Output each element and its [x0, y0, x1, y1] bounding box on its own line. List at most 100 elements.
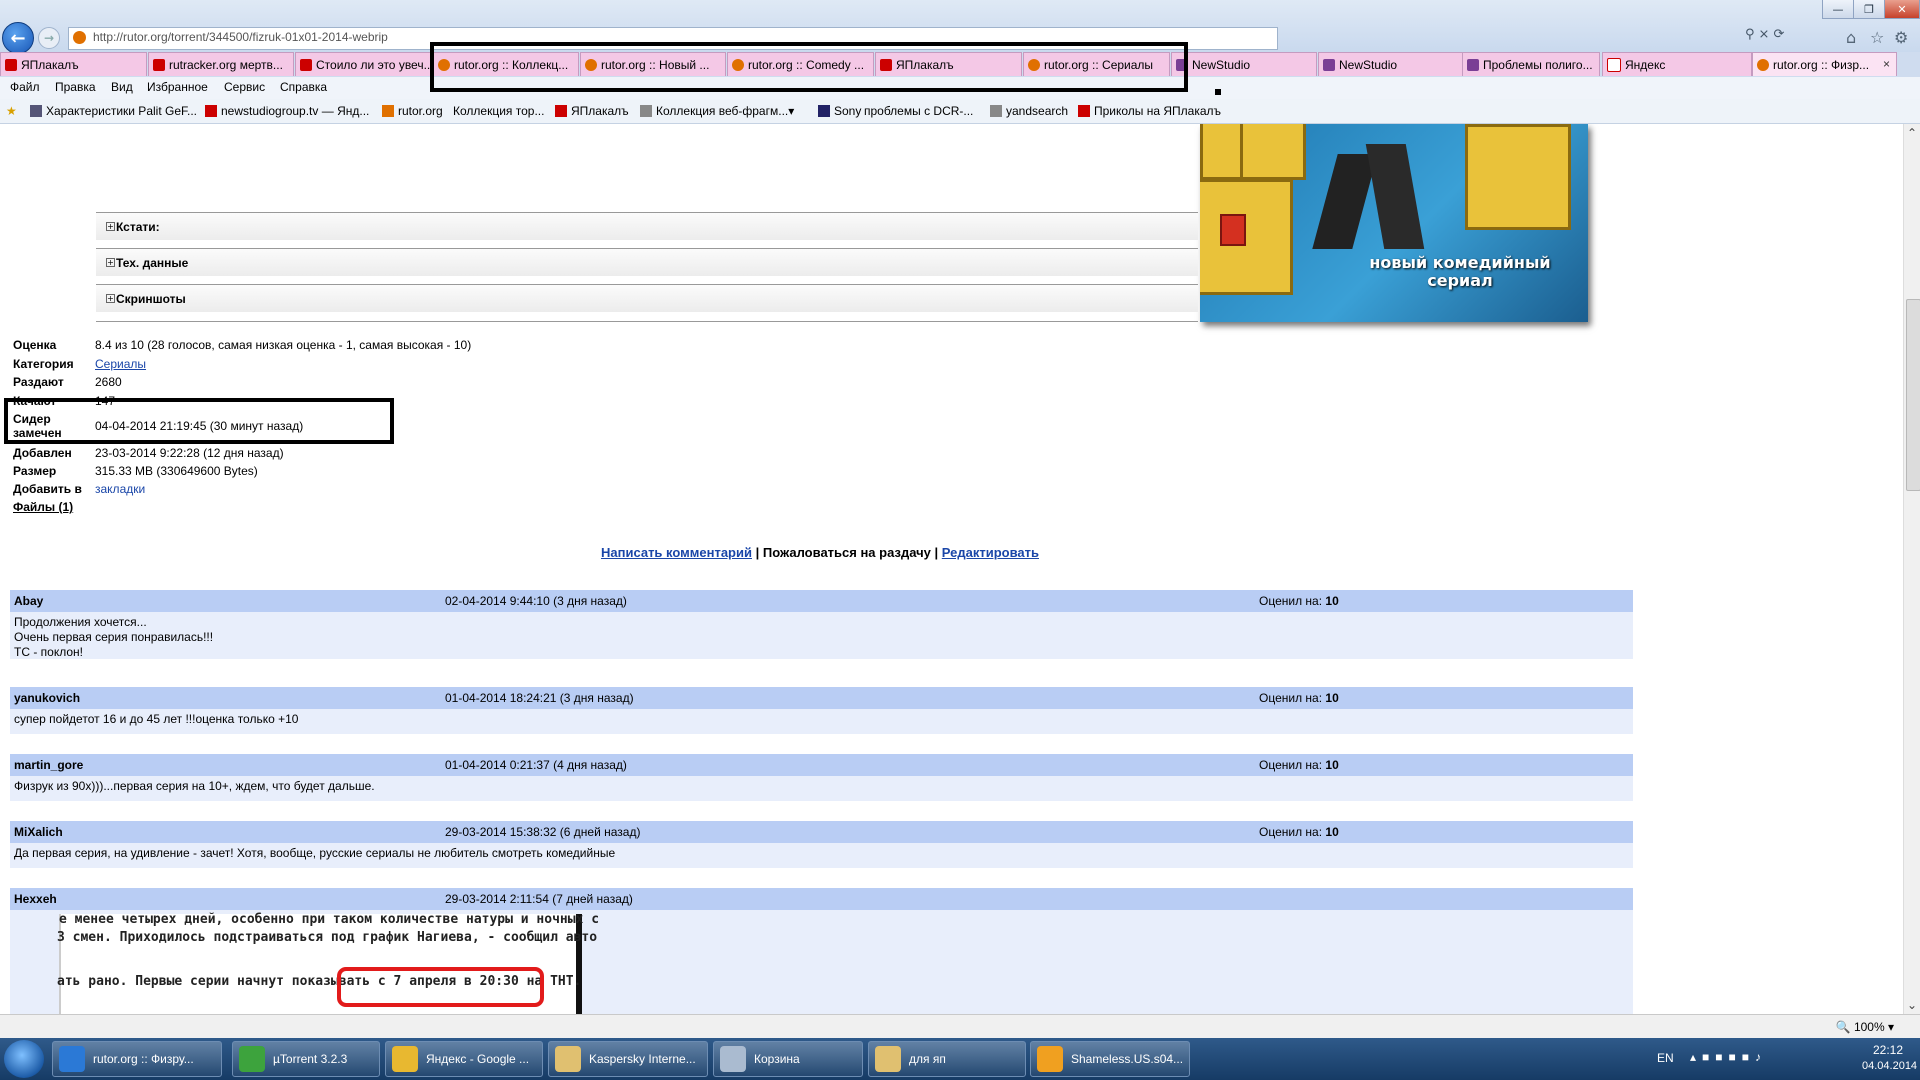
gear-icon[interactable]: ⚙ [1894, 28, 1908, 47]
app-icon [239, 1046, 265, 1072]
comment-user[interactable]: Нexxeh [14, 892, 57, 906]
taskbar-label: rutor.org :: Физру... [93, 1052, 194, 1066]
zoom-icon: 🔍 [1835, 1020, 1851, 1034]
bookmarks-link[interactable]: закладки [95, 482, 145, 496]
favorite-link[interactable]: yandsearch [990, 104, 1068, 118]
taskbar-item[interactable]: для яп [868, 1041, 1026, 1077]
favorite-link[interactable]: newstudiogroup.tv — Янд... [205, 104, 369, 118]
spoiler-screenshots[interactable]: + Скриншоты [96, 284, 1198, 312]
favorite-link[interactable]: Коллекция тор... [453, 104, 544, 118]
favorite-icon [818, 105, 830, 117]
edit-link[interactable]: Редактировать [942, 545, 1039, 560]
info-key-size: Размер [13, 464, 57, 478]
info-key-category: Категория [13, 357, 74, 371]
spoiler-tech-data[interactable]: + Тех. данные [96, 248, 1198, 276]
complain-link[interactable]: Пожаловаться на раздачу [763, 545, 931, 560]
clock-date: 04.04.2014 [1862, 1060, 1918, 1072]
comment-user[interactable]: martin_gore [14, 758, 83, 772]
forward-button[interactable]: → [38, 27, 60, 49]
taskbar-item[interactable]: Корзина [713, 1041, 863, 1077]
menu-help[interactable]: Справка [280, 80, 327, 94]
taskbar-item[interactable]: µTorrent 3.2.3 [232, 1041, 380, 1077]
taskbar-item[interactable]: Shameless.US.s04... [1030, 1041, 1190, 1077]
vertical-scrollbar[interactable]: ⌃ ⌄ [1903, 124, 1920, 1014]
favorites-star-icon[interactable]: ☆ [1870, 28, 1884, 47]
action-links: Написать комментарий | Пожаловаться на р… [0, 545, 1640, 560]
favorite-link[interactable]: проблемы с DCR-... [864, 104, 973, 118]
favorite-label: Приколы на ЯПлакалъ [1094, 104, 1222, 118]
favorite-link[interactable]: Коллекция веб-фрагм... ▾ [640, 104, 794, 118]
poster-image: новый комедийный сериал [1200, 124, 1588, 322]
comment-user[interactable]: MiXalich [14, 825, 63, 839]
expand-icon: + [106, 294, 115, 303]
favorite-link[interactable]: Приколы на ЯПлакалъ [1078, 104, 1221, 118]
comment-date: 02-04-2014 9:44:10 (3 дня назад) [445, 594, 627, 608]
address-tools[interactable]: ⚲⨯⟳ [1745, 27, 1843, 48]
search-icon[interactable]: ⚲ [1745, 27, 1759, 42]
info-key-added: Добавлен [13, 446, 72, 460]
menu-edit[interactable]: Правка [55, 80, 96, 94]
rating-value: 10 [1325, 825, 1339, 839]
taskbar-item[interactable]: Яндекс - Google ... [385, 1041, 543, 1077]
favorite-link[interactable]: Sony [818, 104, 861, 118]
tab-yaplakal[interactable]: ЯПлакалъ [0, 52, 147, 76]
language-indicator[interactable]: EN [1657, 1051, 1674, 1065]
tab-rutracker[interactable]: rutracker.org мертв... [148, 52, 294, 76]
separator: | [934, 545, 939, 560]
tab-label: ЯПлакалъ [21, 57, 79, 72]
comment-user[interactable]: Abay [14, 594, 43, 608]
category-link[interactable]: Сериалы [95, 357, 146, 371]
spoiler-label: Тех. данные [116, 256, 189, 270]
expand-icon: + [106, 222, 115, 231]
tab-rutor-fizruk[interactable]: rutor.org :: Физр... × [1752, 52, 1897, 76]
stop-icon[interactable]: ⨯ [1759, 27, 1774, 42]
favorite-link[interactable]: Характеристики Palit GeF... [30, 104, 197, 118]
minimize-button[interactable]: — [1822, 0, 1854, 19]
dropdown-icon[interactable]: ▾ [788, 104, 794, 118]
back-button[interactable]: ← [2, 22, 34, 54]
write-comment-link[interactable]: Написать комментарий [601, 545, 752, 560]
spoiler-label: Скриншоты [116, 292, 186, 306]
rating-value: 10 [1325, 594, 1339, 608]
tab-problems[interactable]: Проблемы полиго... [1462, 52, 1600, 76]
favorite-link[interactable]: rutor.org [382, 104, 443, 118]
spoiler-kstati[interactable]: + Кстати: [96, 212, 1198, 240]
add-favorite-icon[interactable]: ★ [6, 104, 17, 118]
comment-rating: Оценил на: 10 [1259, 691, 1339, 705]
scroll-up-icon[interactable]: ⌃ [1907, 126, 1917, 140]
tab-stoilo[interactable]: Стоило ли это увеч... [295, 52, 432, 76]
favorite-icon [640, 105, 652, 117]
zoom-control[interactable]: 🔍 100% ▾ [1836, 1020, 1894, 1034]
start-button[interactable] [4, 1040, 44, 1078]
favorite-icon [382, 105, 394, 117]
address-url[interactable]: http://rutor.org/torrent/344500/fizruk-0… [93, 30, 388, 44]
ns-favicon-icon [1323, 58, 1335, 71]
close-window-button[interactable]: ✕ [1884, 0, 1920, 19]
zoom-level: 100% [1853, 1020, 1885, 1034]
scroll-down-icon[interactable]: ⌄ [1907, 998, 1917, 1012]
menu-view[interactable]: Вид [111, 80, 133, 94]
comment-user[interactable]: yanukovich [14, 691, 80, 705]
menu-file[interactable]: Файл [10, 80, 40, 94]
taskbar-label: Яндекс - Google ... [426, 1052, 530, 1066]
files-toggle[interactable]: Файлы (1) [13, 500, 73, 514]
tray-icons[interactable]: ▴■■■■♪ [1690, 1050, 1767, 1064]
tab-newstudio-2[interactable]: NewStudio [1318, 52, 1464, 76]
home-icon[interactable]: ⌂ [1846, 28, 1856, 47]
scrollbar-thumb[interactable] [1906, 299, 1920, 491]
yap-favicon-icon [300, 58, 312, 71]
tab-yandex[interactable]: Яндекс [1602, 52, 1752, 76]
favorite-icon [1078, 105, 1090, 117]
menu-tools[interactable]: Сервис [224, 80, 265, 94]
comment-rating: Оценил на: 10 [1259, 594, 1339, 608]
taskbar-item[interactable]: Kaspersky Interne... [548, 1041, 708, 1077]
tab-newstudio[interactable]: NewStudio [1171, 52, 1317, 76]
refresh-icon[interactable]: ⟳ [1773, 27, 1788, 42]
menu-favorites[interactable]: Избранное [147, 80, 208, 94]
close-tab-icon[interactable]: × [1883, 57, 1890, 71]
favorite-label: Коллекция тор... [453, 104, 545, 118]
maximize-button[interactable]: ❐ [1853, 0, 1885, 19]
taskbar-item[interactable]: rutor.org :: Физру... [52, 1041, 222, 1077]
favorite-label: ЯПлакалъ [571, 104, 629, 118]
favorite-link[interactable]: ЯПлакалъ [555, 104, 629, 118]
